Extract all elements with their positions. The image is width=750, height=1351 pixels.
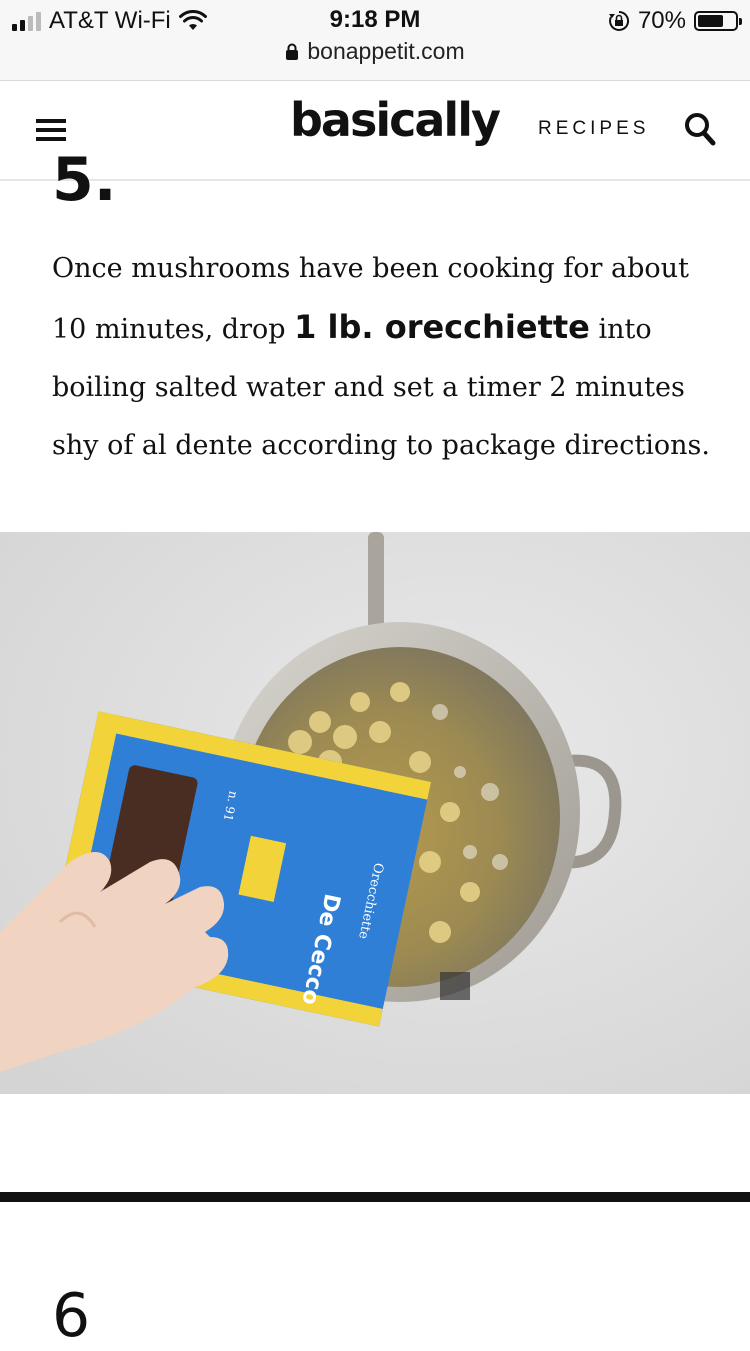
step-photo: De Cecco Orecchiette n. 91 xyxy=(0,532,750,1094)
hamburger-menu-icon[interactable] xyxy=(36,119,66,141)
padlock-icon xyxy=(286,43,299,60)
pasta-pour-illustration: De Cecco Orecchiette n. 91 xyxy=(0,532,750,1094)
rotation-lock-icon xyxy=(608,10,629,31)
url-bar[interactable]: bonappetit.com xyxy=(0,38,750,65)
search-icon[interactable] xyxy=(684,112,716,146)
ingredient-highlight: 1 lb. orecchiette xyxy=(294,308,590,346)
step-instructions: Once mushrooms have been cooking for abo… xyxy=(52,240,712,475)
step-divider xyxy=(0,1192,750,1202)
battery-percent: 70% xyxy=(637,7,686,34)
url-text: bonappetit.com xyxy=(307,38,465,64)
status-bar: AT&T Wi-Fi 9:18 PM 70% bonappetit.com xyxy=(0,0,750,81)
nav-recipes-link[interactable]: RECIPES xyxy=(538,118,649,140)
step-number: 6 xyxy=(52,1281,91,1351)
battery-icon xyxy=(694,11,742,31)
status-right: 70% xyxy=(608,6,742,36)
step-number: 5. xyxy=(52,145,117,215)
site-logo[interactable]: basically xyxy=(290,93,501,147)
